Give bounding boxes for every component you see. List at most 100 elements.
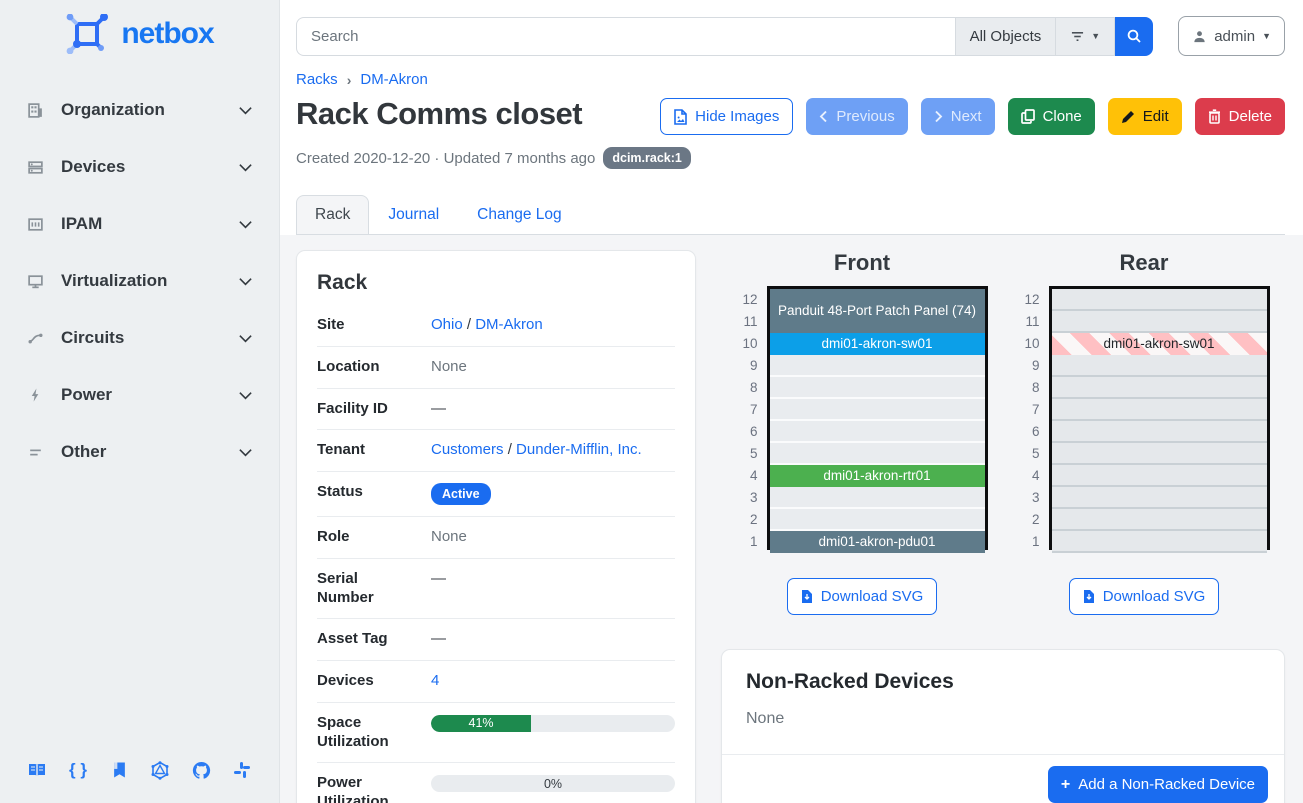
rear-download-svg-button[interactable]: Download SVG	[1069, 578, 1220, 615]
rack-device[interactable]: dmi01-akron-pdu01	[770, 531, 985, 553]
sidebar-item-power[interactable]: Power	[0, 375, 279, 415]
rear-unit-numbers: 121110987654321	[1019, 286, 1049, 553]
unit-number: 2	[1019, 509, 1049, 531]
search-submit-button[interactable]	[1115, 17, 1153, 56]
empty-rack-slot[interactable]	[770, 509, 985, 531]
caret-down-icon: ▼	[1262, 31, 1271, 41]
empty-rack-slot[interactable]	[1052, 377, 1267, 399]
unit-number: 6	[737, 421, 767, 443]
ip-address-icon	[26, 215, 44, 233]
page-title: Rack Comms closet	[296, 96, 582, 132]
tenant-group-link[interactable]: Customers	[431, 441, 504, 458]
empty-rack-slot[interactable]	[1052, 289, 1267, 311]
empty-rack-slot[interactable]	[1052, 509, 1267, 531]
chevron-down-icon	[238, 331, 253, 346]
empty-rack-slot[interactable]	[1052, 421, 1267, 443]
sidebar-item-label: Other	[61, 442, 221, 462]
previous-button[interactable]: Previous	[806, 98, 907, 135]
empty-rack-slot[interactable]	[1052, 531, 1267, 553]
code-braces-icon[interactable]: { }	[67, 759, 89, 781]
copy-icon	[1021, 109, 1035, 124]
server-stack-icon	[26, 158, 44, 176]
sidebar-item-organization[interactable]: Organization	[0, 90, 279, 130]
sidebar-item-virtualization[interactable]: Virtualization	[0, 261, 279, 301]
empty-rack-slot[interactable]	[1052, 355, 1267, 377]
sidebar-item-devices[interactable]: Devices	[0, 147, 279, 187]
attr-row-facility-id: Facility ID —	[317, 389, 675, 431]
unit-number: 1	[1019, 531, 1049, 553]
status-badge: Active	[431, 483, 491, 505]
netbox-logo[interactable]: netbox	[0, 0, 279, 60]
sidebar-item-ipam[interactable]: IPAM	[0, 204, 279, 244]
search-icon	[1126, 28, 1142, 44]
power-utilization-bar: 0%	[431, 775, 675, 792]
monitor-icon	[26, 272, 44, 290]
next-button[interactable]: Next	[921, 98, 995, 135]
search-filter-button[interactable]: ▼	[1056, 17, 1115, 56]
tenant-link[interactable]: Dunder-Mifflin, Inc.	[516, 441, 642, 458]
unit-number: 12	[1019, 289, 1049, 311]
empty-rack-slot[interactable]	[1052, 465, 1267, 487]
empty-rack-slot[interactable]	[1052, 443, 1267, 465]
pencil-icon	[1121, 110, 1135, 124]
empty-rack-slot[interactable]	[770, 487, 985, 509]
breadcrumb-site-link[interactable]: DM-Akron	[360, 71, 428, 88]
tab-journal[interactable]: Journal	[369, 195, 458, 234]
site-link[interactable]: DM-Akron	[475, 316, 543, 333]
object-actions: Hide Images Previous Next Clone Edit	[660, 98, 1285, 135]
graphql-icon[interactable]	[149, 759, 171, 781]
front-elevation-title: Front	[834, 250, 890, 276]
unit-number: 5	[737, 443, 767, 465]
user-menu-button[interactable]: admin ▼	[1178, 16, 1285, 56]
add-non-racked-device-button[interactable]: + Add a Non-Racked Device	[1048, 766, 1268, 803]
devices-count-link[interactable]: 4	[431, 672, 439, 689]
empty-rack-slot[interactable]	[1052, 487, 1267, 509]
breadcrumb-racks-link[interactable]: Racks	[296, 71, 338, 88]
search-input[interactable]	[296, 17, 955, 56]
trash-icon	[1208, 109, 1221, 124]
object-type-button[interactable]: All Objects	[955, 17, 1057, 56]
rack-device[interactable]: dmi01-akron-sw01	[1052, 333, 1267, 355]
clone-button[interactable]: Clone	[1008, 98, 1095, 135]
sidebar-item-label: Power	[61, 385, 221, 405]
front-elevation: Front 121110987654321 Panduit 48-Port Pa…	[721, 250, 1003, 615]
sidebar: netbox Organization Devices IPAM	[0, 0, 280, 803]
facility-id-value: —	[412, 400, 675, 417]
sidebar-item-other[interactable]: Other	[0, 432, 279, 472]
hide-images-button[interactable]: Hide Images	[660, 98, 793, 135]
rack-device[interactable]: dmi01-akron-rtr01	[770, 465, 985, 487]
empty-rack-slot[interactable]	[1052, 399, 1267, 421]
sidebar-nav: Organization Devices IPAM Virtualization	[0, 90, 279, 489]
location-value: None	[412, 358, 675, 375]
sidebar-item-circuits[interactable]: Circuits	[0, 318, 279, 358]
site-group-link[interactable]: Ohio	[431, 316, 463, 333]
empty-rack-slot[interactable]	[770, 443, 985, 465]
panel-title: Rack	[317, 271, 675, 295]
empty-rack-slot[interactable]	[770, 377, 985, 399]
chevron-down-icon	[238, 274, 253, 289]
journal-icon[interactable]	[108, 759, 130, 781]
unit-number: 10	[737, 333, 767, 355]
empty-rack-slot[interactable]	[770, 399, 985, 421]
rack-device[interactable]: Panduit 48-Port Patch Panel (74)	[770, 289, 985, 333]
empty-rack-slot[interactable]	[770, 421, 985, 443]
unit-number: 11	[737, 311, 767, 333]
delete-button[interactable]: Delete	[1195, 98, 1285, 135]
empty-rack-slot[interactable]	[770, 355, 985, 377]
unit-number: 8	[1019, 377, 1049, 399]
empty-rack-slot[interactable]	[1052, 311, 1267, 333]
edit-button[interactable]: Edit	[1108, 98, 1182, 135]
rack-device[interactable]: dmi01-akron-sw01	[770, 333, 985, 355]
front-download-svg-button[interactable]: Download SVG	[787, 578, 938, 615]
unit-number: 4	[737, 465, 767, 487]
unit-number: 4	[1019, 465, 1049, 487]
tab-rack[interactable]: Rack	[296, 195, 369, 234]
chevron-right-icon: ›	[347, 72, 352, 88]
unit-number: 2	[737, 509, 767, 531]
unit-number: 8	[737, 377, 767, 399]
slack-icon[interactable]	[231, 759, 253, 781]
non-racked-devices-panel: Non-Racked Devices None + Add a Non-Rack…	[721, 649, 1285, 803]
github-icon[interactable]	[190, 759, 212, 781]
tab-change-log[interactable]: Change Log	[458, 195, 580, 234]
docs-book-icon[interactable]	[26, 759, 48, 781]
